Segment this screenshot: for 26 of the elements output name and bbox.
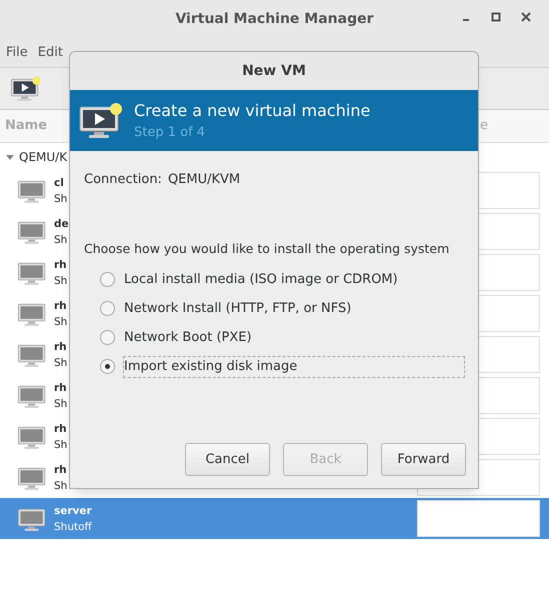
vm-status: Sh	[54, 356, 68, 370]
vm-status: Sh	[54, 396, 68, 412]
vm-name: rh	[54, 258, 68, 272]
connection-name: QEMU/K	[19, 148, 68, 166]
vm-name: cl	[54, 176, 65, 190]
connection-value: QEMU/KVM	[168, 171, 240, 189]
vm-name: rh	[54, 380, 68, 396]
vm-status: Sh	[54, 438, 68, 452]
vm-name: rh	[54, 298, 68, 314]
dialog-title: New VM	[242, 62, 306, 80]
step-label: Step 1 of 4	[134, 124, 206, 142]
connection-label: Connection:	[84, 171, 162, 189]
vm-status: Sh	[54, 232, 68, 248]
vm-status: Sh	[54, 274, 68, 288]
install-prompt: Choose how you would like to install the operating system	[83, 240, 450, 258]
vm-name: rh	[54, 340, 68, 354]
vm-name: server	[54, 504, 92, 518]
vm-status: Sh	[54, 192, 68, 206]
vm-status: Shutoff	[54, 520, 92, 534]
vm-status: Sh	[54, 314, 68, 330]
vm-name: rh	[54, 422, 68, 436]
vm-status: Sh	[54, 478, 68, 494]
vm-name: rh	[54, 462, 68, 478]
vm-name: de	[54, 216, 69, 232]
window-title: Virtual Machine Manager	[175, 10, 374, 28]
banner-title: Create a new virtual machine	[134, 100, 370, 122]
